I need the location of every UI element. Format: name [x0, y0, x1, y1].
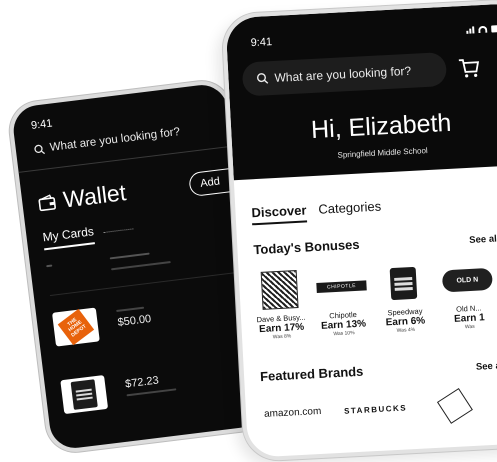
bonus-logo	[374, 260, 432, 307]
speedway-logo-icon	[70, 379, 98, 410]
bonus-item[interactable]: CHIPOTLE Chipotle Earn 13% Was 10%	[312, 263, 372, 338]
tab-discover[interactable]: Discover	[251, 202, 308, 226]
featured-title: Featured Brands	[259, 363, 364, 385]
wallet-tabs: My Cards	[41, 219, 135, 251]
bonus-logo	[251, 267, 309, 314]
search-placeholder: What are you looking for?	[274, 63, 412, 85]
card-balance: $72.23	[124, 374, 160, 391]
bonuses-see-all-link[interactable]: See all 12	[469, 233, 497, 246]
featured-brand-amazon[interactable]: amazon.com	[264, 406, 322, 420]
status-time: 9:41	[250, 36, 273, 50]
tab-other[interactable]	[103, 227, 135, 237]
bonuses-title: Today's Bonuses	[253, 236, 360, 258]
faint-line	[109, 252, 150, 260]
old-navy-logo-icon: OLD N	[441, 267, 493, 293]
featured-brand-home-depot[interactable]	[436, 387, 473, 424]
discover-header: 9:41 What are you looking for? Hi, Eliza…	[225, 2, 497, 181]
faint-line	[126, 388, 177, 397]
faint-line	[46, 264, 53, 268]
gift-card-speedway[interactable]	[60, 375, 109, 415]
row-divider	[49, 271, 239, 297]
card-balance: $50.00	[116, 312, 152, 329]
status-time: 9:41	[30, 117, 54, 132]
discover-tabs: Discover Categories	[251, 199, 382, 226]
bonus-logo: OLD N	[438, 257, 496, 304]
bonus-item[interactable]: Dave & Busy... Earn 17% Was 8%	[251, 267, 311, 342]
search-bar[interactable]: What are you looking for?	[33, 125, 181, 156]
bonus-logo: CHIPOTLE	[312, 263, 370, 310]
speedway-logo-icon	[389, 266, 418, 301]
tab-categories[interactable]: Categories	[318, 199, 382, 222]
dave-and-busters-logo-icon	[260, 270, 299, 310]
search-placeholder: What are you looking for?	[49, 125, 181, 154]
featured-see-all-link[interactable]: See all 25	[476, 360, 497, 373]
featured-brand-starbucks[interactable]: STARBUCKS	[344, 403, 408, 415]
bonus-item[interactable]: OLD N Old N... Earn 1 Was	[438, 257, 497, 332]
greeting: Hi, Elizabeth	[310, 108, 453, 145]
search-icon	[256, 73, 269, 84]
gift-card-home-depot[interactable]: THE HOME DEPOT	[52, 307, 100, 347]
home-depot-logo-icon: THE HOME DEPOT	[57, 308, 95, 346]
battery-icon	[491, 24, 497, 33]
faint-line	[111, 261, 171, 271]
chipotle-logo-icon: CHIPOTLE	[316, 280, 367, 294]
status-icons	[466, 24, 497, 34]
search-input[interactable]: What are you looking for?	[241, 51, 448, 97]
cart-icon[interactable]	[457, 55, 482, 80]
signal-icon	[466, 26, 475, 34]
discover-phone: 9:41 What are you looking for? Hi, Eliza…	[221, 0, 497, 462]
wallet-title-text: Wallet	[61, 179, 128, 213]
faint-line	[116, 306, 145, 313]
wallet-title: Wallet	[37, 179, 128, 217]
bonus-item[interactable]: Speedway Earn 6% Was 4%	[374, 260, 434, 335]
wifi-icon	[478, 25, 488, 34]
tab-my-cards[interactable]: My Cards	[41, 224, 96, 251]
search-icon	[34, 144, 45, 154]
wallet-icon	[38, 193, 56, 211]
